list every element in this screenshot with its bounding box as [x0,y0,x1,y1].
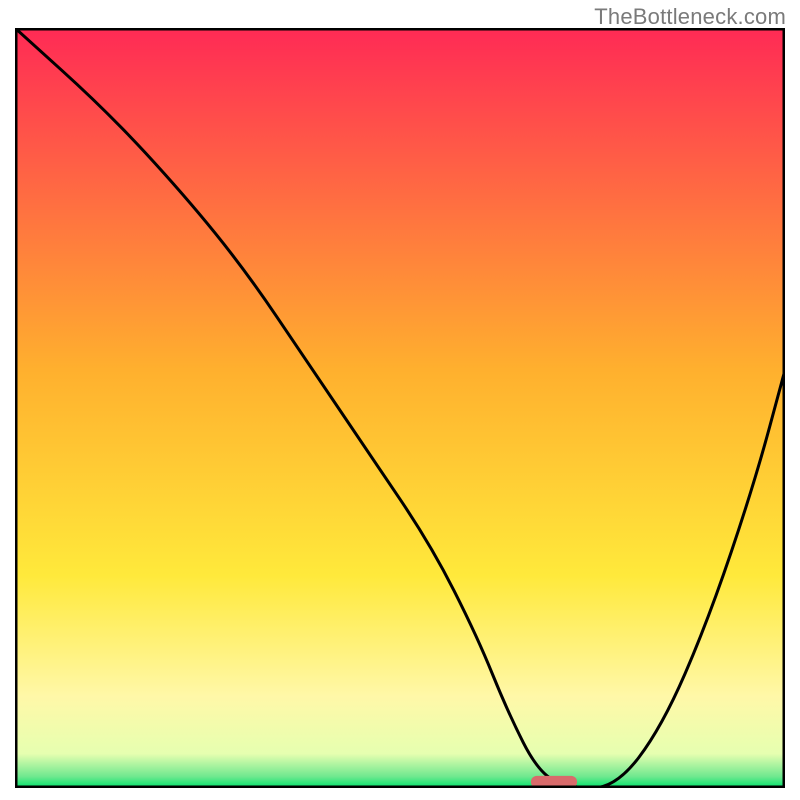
gradient-background [15,28,785,788]
watermark-text: TheBottleneck.com [594,4,786,30]
chart-plot [15,28,785,788]
chart-svg [15,28,785,788]
chart-container: TheBottleneck.com [0,0,800,800]
